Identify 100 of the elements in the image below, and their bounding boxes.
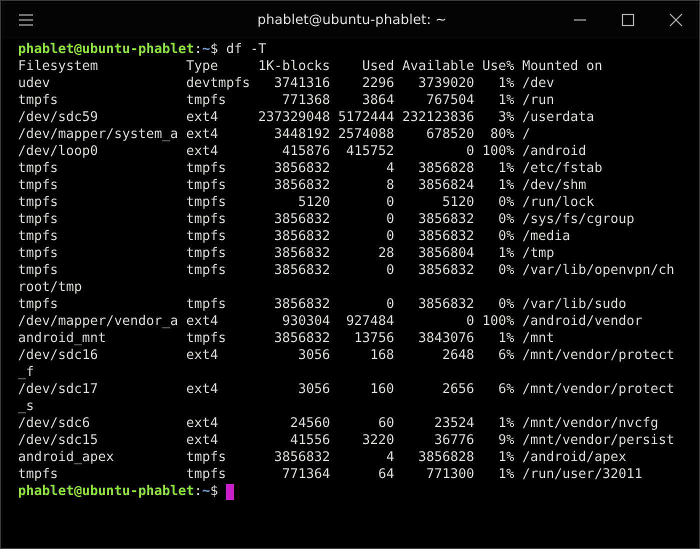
table-cell-text: ext4 (186, 432, 220, 449)
table-cell: 232123836 (402, 109, 474, 126)
table-cell-text: 80% (489, 126, 514, 143)
table-cell-text: android_apex (18, 449, 116, 466)
table-cell-text: udev (18, 75, 52, 92)
table-cell-text: 13756 (353, 330, 394, 347)
table-cell-text: 3856832 (273, 262, 330, 279)
table-cell-text: 0 (385, 228, 394, 245)
table-cell-text: 3856828 (417, 160, 474, 177)
table-cell-text: tmpfs (18, 92, 60, 109)
table-cell-text: 3856832 (273, 245, 330, 262)
table-cell-text: 771364 (281, 466, 330, 483)
table-cell-text: ext4 (186, 143, 220, 160)
table-cell-text: 3856832 (273, 160, 330, 177)
table-cell-text: ext4 (186, 313, 220, 330)
table-cell-text: 3856832 (417, 211, 474, 228)
table-cell-text: tmpfs (186, 194, 228, 211)
table-cell-text: 3856832 (273, 177, 330, 194)
table-cell: /dev/mapper/system_a (18, 126, 178, 143)
table-cell-text: tmpfs (18, 211, 60, 228)
table-cell-text: 3856832 (273, 449, 330, 466)
table-cell: _f (18, 364, 34, 381)
table-cell-text: 1% (497, 449, 514, 466)
table-cell-text: 60 (377, 415, 394, 432)
table-cell-text: ext4 (186, 126, 220, 143)
table-cell: /sys/fs/cgroup (522, 211, 634, 228)
table-cell-text: 9% (497, 432, 514, 449)
table-cell-text: tmpfs (18, 160, 60, 177)
table-cell: /dev/mapper/vendor_a (18, 313, 178, 330)
table-cell-text: 3856832 (417, 262, 474, 279)
table-cell-text: /dev/sdc59 (18, 109, 100, 126)
table-cell-text: 0 (465, 143, 474, 160)
table-cell: /android/vendor (522, 313, 642, 330)
table-cell: /dev/shm (522, 177, 586, 194)
prompt-user-host: phablet@ubuntu-phablet (18, 41, 194, 58)
table-cell-text: 6% (497, 381, 514, 398)
table-cell-text: 1% (497, 330, 514, 347)
table-cell: /var/lib/sudo (522, 296, 626, 313)
table-cell-text: 1% (497, 160, 514, 177)
table-cell: devtmpfs (186, 75, 250, 92)
table-cell-text: tmpfs (186, 211, 228, 228)
table-cell-text: 771300 (425, 466, 474, 483)
table-cell-text: tmpfs (186, 449, 228, 466)
table-cell-text: /dev/sdc6 (18, 415, 92, 432)
table-cell-text: 0 (385, 194, 394, 211)
table-cell-text: 0 (385, 296, 394, 313)
table-cell-text: 678520 (425, 126, 474, 143)
prompt-separator: : (194, 483, 202, 500)
table-cell-text: /dev/sdc17 (18, 381, 100, 398)
table-cell-text: tmpfs (186, 245, 228, 262)
column-header: Use% (482, 58, 514, 75)
table-cell: /var/lib/openvpn/ch (522, 262, 674, 279)
table-cell-text: 0 (385, 262, 394, 279)
table-cell: 2574088 (338, 126, 394, 143)
table-cell-text: 3056 (297, 381, 330, 398)
table-cell: /mnt/vendor/nvcfg (522, 415, 658, 432)
table-cell-text: 3856824 (417, 177, 474, 194)
table-cell-text: 23524 (433, 415, 474, 432)
table-cell-text: 3856832 (417, 296, 474, 313)
table-cell-text: 3864 (361, 92, 394, 109)
table-cell-text: 0% (497, 228, 514, 245)
table-cell: /media (522, 228, 570, 245)
table-cell-text: 28 (377, 245, 394, 262)
table-cell: /mnt/vendor/protect (522, 381, 674, 398)
table-cell-text: 415752 (345, 143, 394, 160)
table-cell-text: 3741316 (273, 75, 330, 92)
prompt-user-host: phablet@ubuntu-phablet (18, 483, 194, 500)
prompt-path: ~ (202, 483, 210, 500)
table-cell-text: 24560 (289, 415, 330, 432)
table-cell-text: 3856832 (273, 296, 330, 313)
table-cell: / (522, 126, 530, 143)
table-cell: /tmp (522, 245, 554, 262)
table-cell: /android/apex (522, 449, 626, 466)
table-cell-text: ext4 (186, 415, 220, 432)
text-cursor (226, 484, 234, 500)
table-cell-text: 3843076 (417, 330, 474, 347)
table-cell: _s (18, 398, 34, 415)
table-cell: /mnt/vendor/protect (522, 347, 674, 364)
column-header: Filesystem (18, 58, 100, 75)
table-cell-text: 2648 (441, 347, 474, 364)
table-cell-text: 5120 (441, 194, 474, 211)
table-cell-text: ext4 (186, 381, 220, 398)
table-cell-text: 2296 (361, 75, 394, 92)
table-cell-text: ext4 (186, 109, 220, 126)
table-cell-text: 3% (497, 109, 514, 126)
table-cell-text: 771368 (281, 92, 330, 109)
table-cell-text: 0% (497, 262, 514, 279)
table-cell-text: 767504 (425, 92, 474, 109)
table-cell-text: 41556 (289, 432, 330, 449)
table-cell-text: tmpfs (186, 160, 228, 177)
table-cell-text: /dev/sdc15 (18, 432, 100, 449)
table-cell: 5172444 (338, 109, 394, 126)
table-cell-text: 1% (497, 466, 514, 483)
table-cell-text: tmpfs (186, 177, 228, 194)
table-cell-text: tmpfs (18, 228, 60, 245)
table-cell-text: tmpfs (18, 194, 60, 211)
table-cell: /etc/fstab (522, 160, 602, 177)
table-cell: /run/user/32011 (522, 466, 642, 483)
table-cell: /android (522, 143, 586, 160)
table-cell-text: tmpfs (186, 92, 228, 109)
